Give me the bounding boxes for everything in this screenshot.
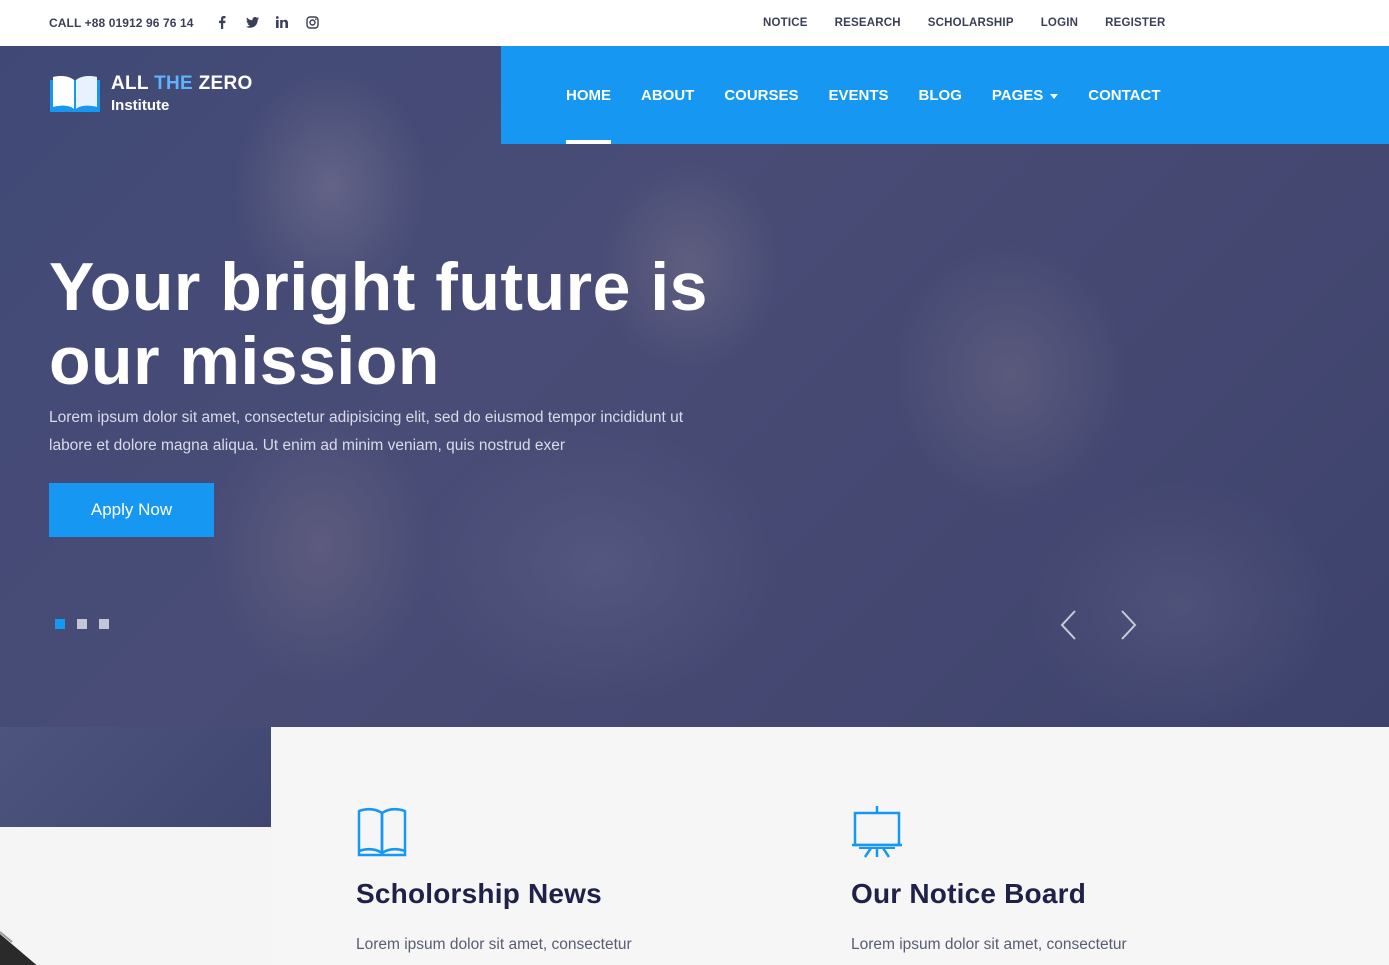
decorative-pen-image (0, 931, 37, 965)
chevron-down-icon (1050, 93, 1059, 99)
nav-item-contact[interactable]: CONTACT (1088, 87, 1160, 104)
linkedin-icon[interactable] (274, 14, 290, 30)
nav-item-events[interactable]: EVENTS (829, 87, 889, 104)
top-link-notice[interactable]: NOTICE (763, 17, 808, 29)
facebook-icon[interactable] (214, 14, 230, 30)
hero-image-extension (0, 727, 271, 827)
feature-notice-board: Our Notice Board Lorem ipsum dolor sit a… (851, 805, 1127, 954)
main-nav: HOME ABOUT COURSES EVENTS BLOG PAGES CON… (501, 46, 1389, 144)
top-link-scholarship[interactable]: SCHOLARSHIP (928, 17, 1014, 29)
site-logo[interactable]: ALL THE ZERO Institute (49, 73, 253, 114)
slider-dot-3[interactable] (99, 619, 109, 629)
call-number: CALL +88 01912 96 76 14 (49, 16, 194, 30)
nav-item-pages[interactable]: PAGES (991, 87, 1059, 104)
presentation-board-icon (852, 806, 902, 858)
slider-prev-icon[interactable] (1057, 608, 1079, 642)
hero-title-line2: our mission (49, 323, 440, 399)
logo-subtitle: Institute (111, 97, 170, 114)
nav-item-home[interactable]: HOME (566, 87, 611, 144)
twitter-icon[interactable] (244, 14, 260, 30)
logo-book-icon (50, 75, 100, 112)
logo-text: ALL THE ZERO Institute (111, 73, 253, 114)
nav-item-courses[interactable]: COURSES (724, 87, 798, 104)
apply-now-button[interactable]: Apply Now (49, 483, 214, 537)
slider-dots (55, 619, 109, 629)
slider-next-icon[interactable] (1118, 608, 1140, 642)
slider-dot-2[interactable] (77, 619, 87, 629)
top-bar: CALL +88 01912 96 76 14 NOTICE RESEARCH … (0, 0, 1389, 46)
instagram-icon[interactable] (304, 14, 320, 30)
hero-text-line2: labore et dolore magna aliqua. Ut enim a… (49, 437, 566, 454)
feature-scholarship: Scholorship News Lorem ipsum dolor sit a… (356, 805, 632, 954)
social-links (214, 14, 320, 30)
nav-item-blog[interactable]: BLOG (919, 87, 962, 104)
hero-text-line1: Lorem ipsum dolor sit amet, consectetur … (49, 409, 684, 426)
feature-text: Lorem ipsum dolor sit amet, consectetur (356, 936, 632, 953)
top-links: NOTICE RESEARCH SCHOLARSHIP LOGIN REGIST… (763, 17, 1166, 29)
nav-item-pages-label: PAGES (991, 87, 1044, 104)
hero-title-line1: Your bright future is (49, 249, 708, 325)
hero-description: Lorem ipsum dolor sit amet, consectetur … (49, 404, 769, 460)
slider-dot-1[interactable] (55, 619, 65, 629)
logo-title: ALL THE ZERO (111, 73, 253, 94)
top-link-register[interactable]: REGISTER (1105, 17, 1165, 29)
feature-text: Lorem ipsum dolor sit amet, consectetur (851, 936, 1127, 953)
feature-title: Scholorship News (356, 878, 602, 909)
book-open-icon (357, 808, 407, 857)
top-link-research[interactable]: RESEARCH (835, 17, 901, 29)
top-link-login[interactable]: LOGIN (1041, 17, 1078, 29)
hero-title: Your bright future is our mission (49, 250, 809, 398)
nav-item-about[interactable]: ABOUT (641, 87, 694, 104)
feature-title: Our Notice Board (851, 878, 1087, 909)
